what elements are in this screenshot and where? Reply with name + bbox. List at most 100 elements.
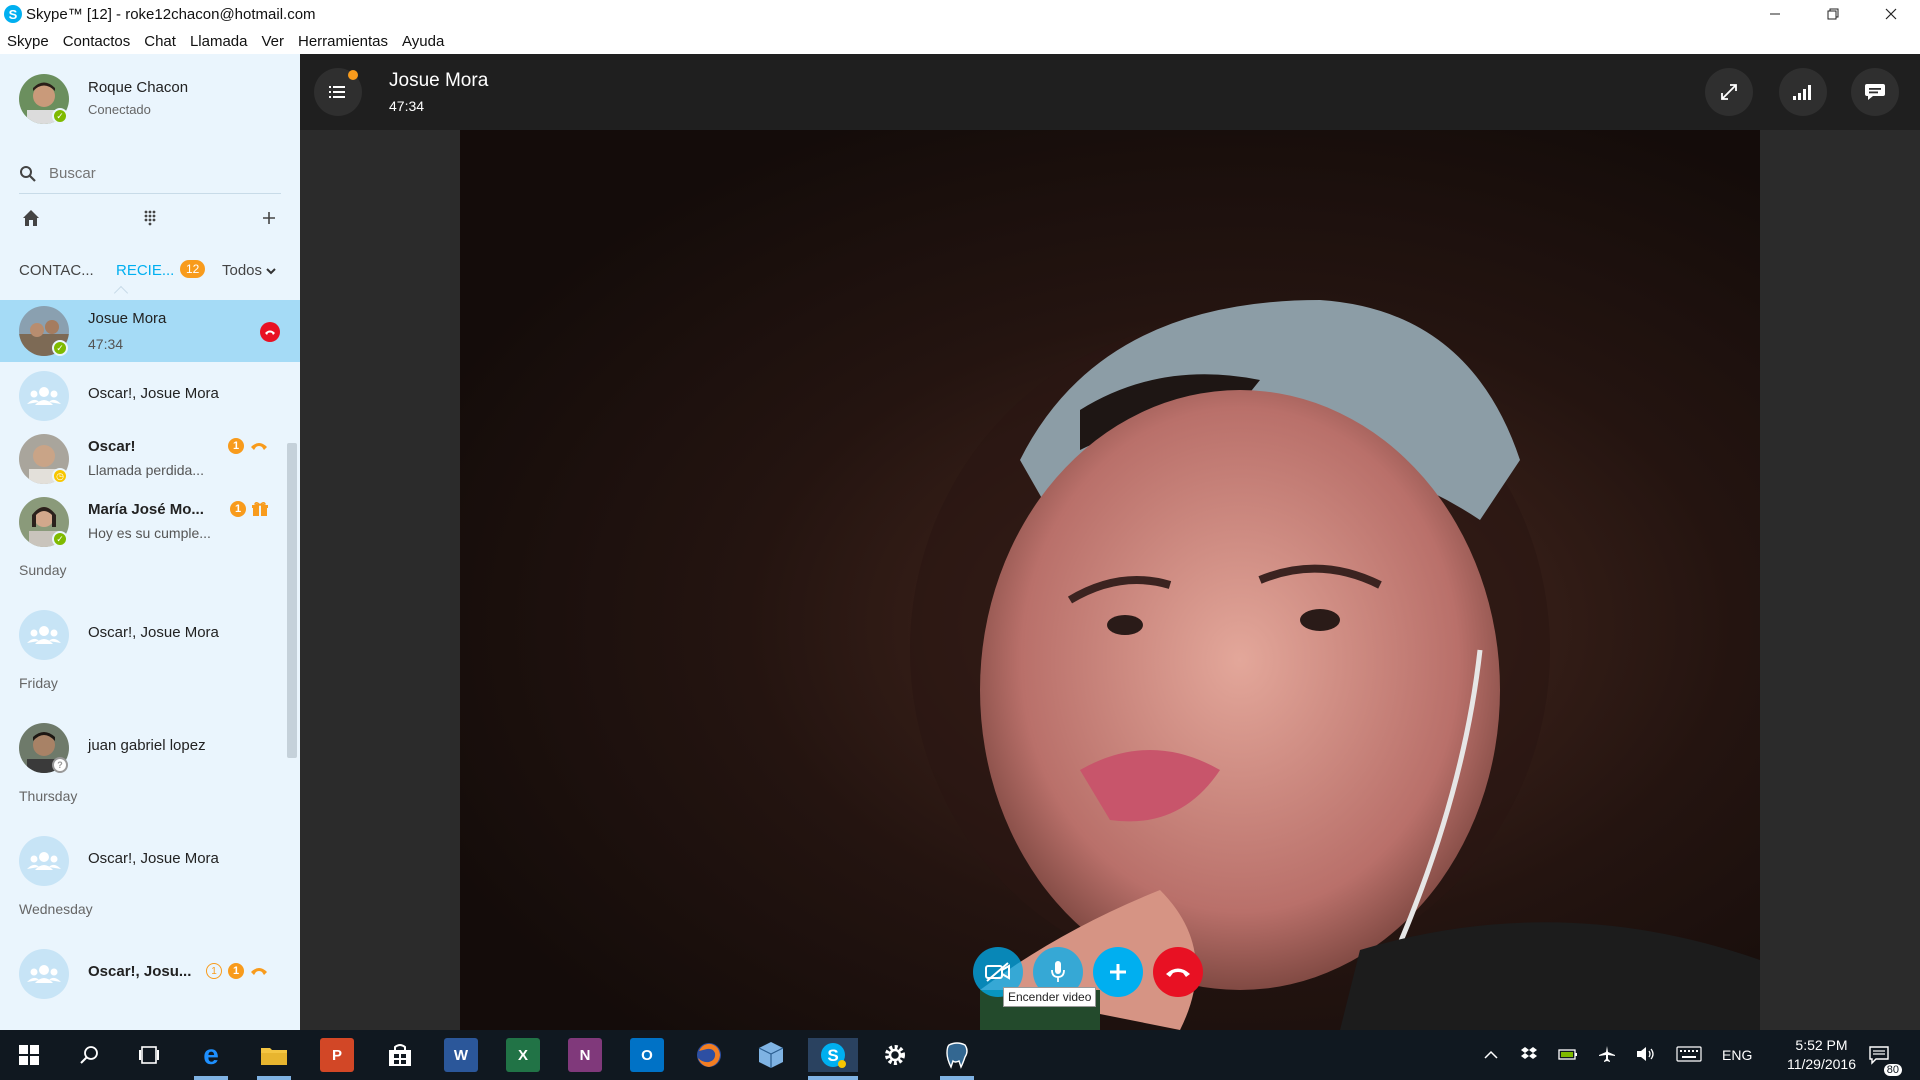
contact-name: Oscar!, Josue Mora (88, 624, 219, 641)
online-status-icon: ✓ (52, 108, 68, 124)
minimize-icon (1770, 13, 1780, 15)
task-view-button[interactable] (132, 1038, 166, 1072)
list-item[interactable]: ✓ Josue Mora 47:34 (0, 300, 300, 362)
fullscreen-button[interactable] (1705, 68, 1753, 116)
add-to-call-button[interactable] (1093, 947, 1143, 997)
group-avatar-icon (19, 371, 69, 421)
close-button[interactable] (1862, 0, 1920, 28)
taskbar: e P W X N O S ENG 5:52 PM 11/29/2016 80 (0, 1030, 1920, 1080)
menu-contactos[interactable]: Contactos (63, 33, 131, 50)
volume-icon[interactable] (1636, 1046, 1656, 1065)
tab-contacts[interactable]: CONTAC... (19, 262, 94, 279)
menu-ayuda[interactable]: Ayuda (402, 33, 444, 50)
skype-taskbar-icon[interactable]: S (808, 1038, 858, 1072)
filter-label: Todos (222, 262, 263, 279)
notification-count-badge: 80 (1883, 1064, 1902, 1076)
minimize-button[interactable] (1746, 0, 1804, 28)
windows-logo-icon (19, 1045, 39, 1065)
tab-indicator (113, 285, 129, 301)
sidebar-scrollbar[interactable] (287, 443, 297, 758)
section-header: Wednesday (19, 901, 93, 917)
missed-call-icon (251, 968, 267, 975)
menu-bar: Skype Contactos Chat Llamada Ver Herrami… (0, 28, 1920, 54)
home-icon[interactable] (19, 208, 43, 234)
postgresql-icon[interactable] (940, 1038, 974, 1072)
close-icon (1885, 8, 1897, 20)
menu-llamada[interactable]: Llamada (190, 33, 248, 50)
signal-bars-icon (1793, 85, 1811, 100)
group-avatar-icon (19, 949, 69, 999)
contact-name: Oscar!, Josue Mora (88, 385, 219, 402)
menu-ver[interactable]: Ver (261, 33, 284, 50)
firefox-icon[interactable] (692, 1038, 726, 1072)
clock[interactable]: 5:52 PM 11/29/2016 (1787, 1036, 1856, 1074)
virtualbox-icon[interactable] (754, 1038, 788, 1072)
microphone-icon (1051, 961, 1065, 982)
search-taskbar-button[interactable] (72, 1038, 106, 1072)
input-language[interactable]: ENG (1722, 1047, 1752, 1063)
filter-dropdown[interactable]: Todos (222, 262, 276, 279)
sidebar-toolbar (19, 204, 281, 240)
list-item[interactable]: Oscar!, Josue Mora (0, 830, 286, 892)
expand-icon (1721, 84, 1737, 100)
list-item[interactable]: ◷ Oscar! Llamada perdida... 1 (0, 428, 286, 490)
menu-skype[interactable]: Skype (7, 33, 49, 50)
end-call-button[interactable] (1153, 947, 1203, 997)
section-header: Thursday (19, 788, 78, 804)
call-header: Josue Mora 47:34 (300, 54, 1920, 130)
keyboard-icon[interactable] (1676, 1045, 1702, 1065)
tab-recent[interactable]: RECIE... (116, 262, 174, 279)
show-chat-button[interactable] (1851, 68, 1899, 116)
last-message: Hoy es su cumple... (88, 525, 211, 541)
end-call-icon[interactable] (260, 322, 280, 342)
system-tray: ENG (1484, 1030, 1752, 1080)
call-contact-name: Josue Mora (389, 70, 489, 91)
svg-text:S: S (827, 1046, 838, 1065)
show-hidden-icons-button[interactable] (1484, 1047, 1498, 1063)
outlook-icon[interactable]: O (630, 1038, 664, 1072)
store-icon[interactable] (383, 1038, 417, 1072)
powerpoint-icon[interactable]: P (320, 1038, 354, 1072)
hang-up-icon (1166, 968, 1190, 977)
list-item[interactable]: Oscar!, Josue Mora (0, 365, 286, 427)
battery-icon[interactable] (1558, 1047, 1578, 1064)
sidebar-tabs: CONTAC... RECIE... 12 Todos (19, 254, 281, 301)
search-input[interactable] (49, 165, 269, 182)
add-icon[interactable] (257, 208, 281, 234)
postgresql-active-indicator (940, 1076, 974, 1080)
clock-time: 5:52 PM (1795, 1037, 1848, 1053)
section-header: Friday (19, 675, 58, 691)
airplane-mode-icon[interactable] (1598, 1045, 1616, 1066)
dialpad-icon[interactable] (138, 208, 162, 234)
file-explorer-icon[interactable] (257, 1038, 291, 1072)
onenote-icon[interactable]: N (568, 1038, 602, 1072)
restore-button[interactable] (1804, 0, 1862, 28)
word-icon[interactable]: W (444, 1038, 478, 1072)
menu-herramientas[interactable]: Herramientas (298, 33, 388, 50)
title-bar: S Skype™ [12] - roke12chacon@hotmail.com (0, 0, 1920, 28)
start-button[interactable] (12, 1038, 46, 1072)
contacts-list-button[interactable] (314, 68, 362, 116)
excel-icon[interactable]: X (506, 1038, 540, 1072)
call-quality-button[interactable] (1779, 68, 1827, 116)
list-item[interactable]: ✓ María José Mo... Hoy es su cumple... 1 (0, 491, 286, 553)
unknown-status-icon: ? (52, 757, 68, 773)
list-item[interactable]: Oscar!, Josue Mora (0, 604, 286, 666)
menu-chat[interactable]: Chat (144, 33, 176, 50)
call-timer: 47:34 (389, 98, 425, 114)
online-status-icon: ✓ (52, 531, 68, 547)
video-tooltip: Encender video (1003, 987, 1097, 1007)
call-duration: 47:34 (88, 336, 124, 352)
action-center-button[interactable]: 80 (1862, 1038, 1902, 1076)
group-avatar-icon (19, 610, 69, 660)
dropbox-icon[interactable] (1520, 1046, 1538, 1065)
search-box[interactable] (19, 154, 281, 194)
list-item[interactable]: ? juan gabriel lopez (0, 717, 286, 779)
list-item[interactable]: Oscar!, Josu... 1 1 (0, 943, 286, 1005)
settings-icon[interactable] (878, 1038, 912, 1072)
profile-header[interactable]: ✓ Roque Chacon Conectado (19, 72, 279, 126)
task-view-icon (139, 1046, 159, 1064)
edge-icon[interactable]: e (194, 1038, 228, 1072)
plus-icon (1110, 964, 1126, 980)
contact-name: Oscar!, Josu... (88, 963, 192, 980)
